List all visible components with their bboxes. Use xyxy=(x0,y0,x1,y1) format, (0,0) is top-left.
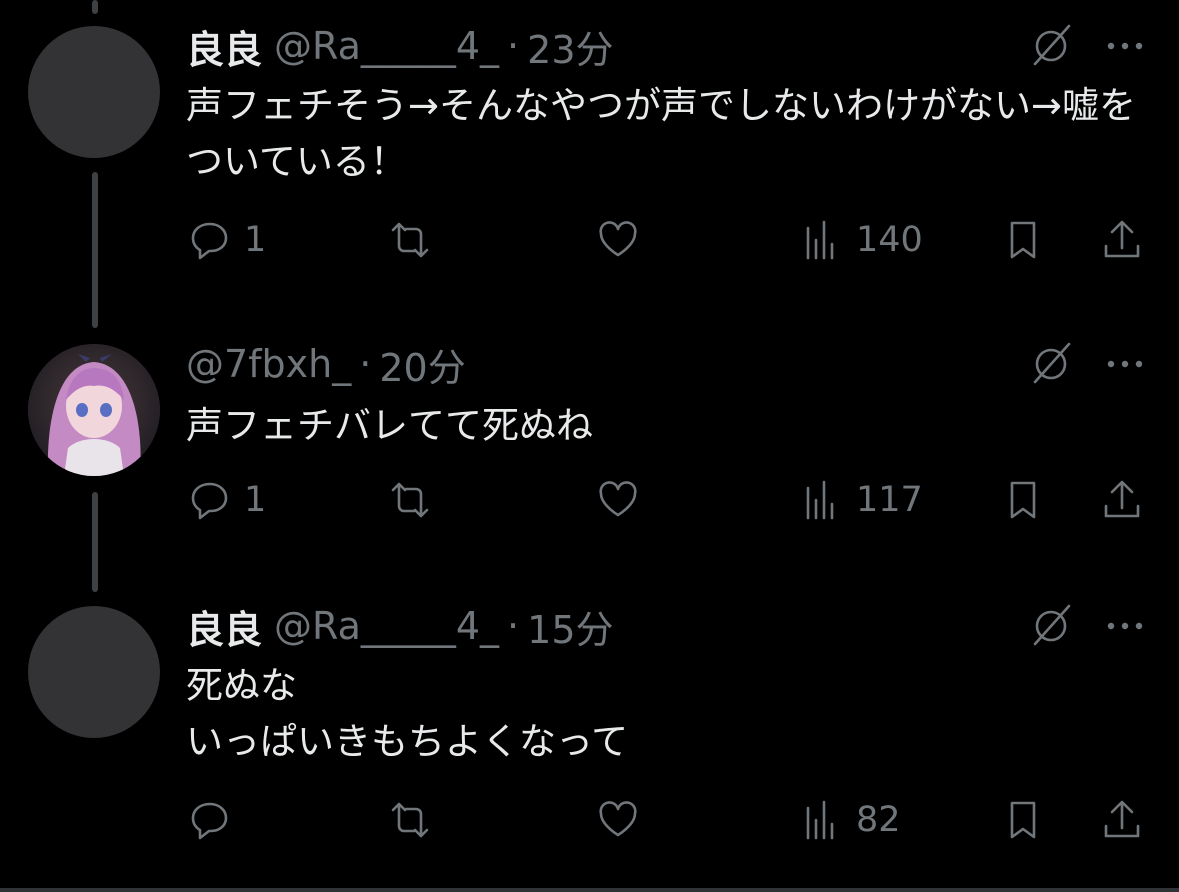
more-icon[interactable] xyxy=(1101,22,1149,70)
tweet-header: @7fbxh_ · 20分 xyxy=(186,342,466,390)
views-icon xyxy=(806,480,834,520)
share-icon xyxy=(1104,800,1140,838)
display-name[interactable]: 良良 xyxy=(186,599,262,654)
tweet[interactable]: @7fbxh_ · 20分 声フェチバレてて死ぬね 1 117 xyxy=(0,300,1179,560)
share-icon xyxy=(1104,220,1140,258)
like-button[interactable] xyxy=(596,218,652,262)
user-handle[interactable]: @7fbxh_ xyxy=(186,342,351,386)
reply-icon xyxy=(191,222,228,260)
views-button[interactable]: 82 xyxy=(800,798,901,842)
separator-dot: · xyxy=(507,604,520,648)
avatar[interactable] xyxy=(28,344,160,476)
reply-icon xyxy=(191,802,228,840)
bookmark-button[interactable] xyxy=(1004,218,1048,262)
tweet-text: 声フェチそう→そんなやつが声でしないわけがない→嘘をついている！ xyxy=(186,84,1137,183)
tweet[interactable]: 良良 @Ra_____4_ · 15分 死ぬな いっぱいきもちよくなって 82 xyxy=(0,560,1179,888)
reply-button[interactable] xyxy=(188,798,244,842)
user-handle[interactable]: @Ra_____4_ xyxy=(274,24,499,68)
share-icon xyxy=(1104,480,1140,518)
avatar[interactable] xyxy=(28,26,160,158)
timestamp[interactable]: 23分 xyxy=(527,19,613,74)
reply-count: 1 xyxy=(244,480,267,520)
reply-count: 1 xyxy=(244,220,267,260)
bookmark-icon xyxy=(1010,221,1036,259)
grok-icon[interactable] xyxy=(1027,340,1075,388)
like-button[interactable] xyxy=(596,478,652,522)
views-button[interactable]: 117 xyxy=(800,478,923,522)
more-icon[interactable] xyxy=(1101,340,1149,388)
display-name[interactable]: 良良 xyxy=(186,19,262,74)
grok-icon[interactable] xyxy=(1027,22,1075,70)
bookmark-icon xyxy=(1010,801,1036,839)
reply-button[interactable]: 1 xyxy=(188,218,266,262)
more-icon[interactable] xyxy=(1101,602,1149,650)
avatar-image xyxy=(28,344,160,476)
retweet-icon xyxy=(391,802,429,838)
retweet-icon xyxy=(391,222,429,258)
tweet-header: 良良 @Ra_____4_ · 15分 xyxy=(186,604,614,652)
views-count: 117 xyxy=(856,480,923,520)
tweet[interactable]: 良良 @Ra_____4_ · 23分 声フェチそう→そんなやつが声でしないわけ… xyxy=(0,0,1179,300)
views-icon xyxy=(806,800,834,840)
separator-dot: · xyxy=(359,342,372,386)
action-bar: 82 xyxy=(0,798,1179,846)
timestamp[interactable]: 15分 xyxy=(527,599,613,654)
tweet-text: 声フェチバレてて死ぬね xyxy=(186,404,593,447)
divider xyxy=(0,888,1179,892)
retweet-button[interactable] xyxy=(388,798,444,842)
timestamp[interactable]: 20分 xyxy=(379,337,465,392)
share-button[interactable] xyxy=(1100,478,1144,522)
separator-dot: · xyxy=(507,24,520,68)
avatar[interactable] xyxy=(28,606,160,738)
heart-icon xyxy=(599,221,637,257)
tweet-header: 良良 @Ra_____4_ · 23分 xyxy=(186,24,614,72)
action-bar: 1 140 xyxy=(0,218,1179,266)
views-button[interactable]: 140 xyxy=(800,218,923,262)
views-count: 82 xyxy=(856,800,901,840)
share-button[interactable] xyxy=(1100,798,1144,842)
retweet-icon xyxy=(391,482,429,518)
views-icon xyxy=(806,220,834,260)
reply-button[interactable]: 1 xyxy=(188,478,266,522)
views-count: 140 xyxy=(856,220,923,260)
like-button[interactable] xyxy=(596,798,652,842)
bookmark-icon xyxy=(1010,481,1036,519)
reply-icon xyxy=(191,482,228,520)
grok-icon[interactable] xyxy=(1027,602,1075,650)
bookmark-button[interactable] xyxy=(1004,478,1048,522)
bookmark-button[interactable] xyxy=(1004,798,1048,842)
action-bar: 1 117 xyxy=(0,478,1179,526)
user-handle[interactable]: @Ra_____4_ xyxy=(274,604,499,648)
retweet-button[interactable] xyxy=(388,478,444,522)
heart-icon xyxy=(599,801,637,837)
share-button[interactable] xyxy=(1100,218,1144,262)
tweet-text: 死ぬな いっぱいきもちよくなって xyxy=(186,664,629,763)
retweet-button[interactable] xyxy=(388,218,444,262)
heart-icon xyxy=(599,481,637,517)
